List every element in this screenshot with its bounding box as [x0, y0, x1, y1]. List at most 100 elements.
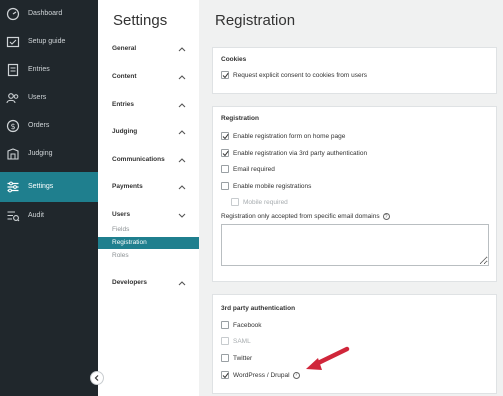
- card-title: Registration: [221, 115, 259, 122]
- settings-sidebar: Settings General Content Entries Judging…: [98, 0, 199, 396]
- checkbox[interactable]: [221, 371, 229, 379]
- chevron-up-icon: [178, 75, 186, 80]
- saml-option[interactable]: SAML: [221, 336, 251, 346]
- section-judging[interactable]: Judging: [98, 125, 199, 141]
- checkmark-icon: [222, 133, 229, 140]
- nav-item-label: Entries: [28, 66, 50, 73]
- option-label: Request explicit consent to cookies from…: [233, 71, 368, 79]
- email-required-option[interactable]: Email required: [221, 164, 275, 174]
- nav-item-orders[interactable]: $ Orders: [0, 112, 98, 140]
- checkbox[interactable]: [221, 354, 229, 362]
- nav-item-users[interactable]: Users: [0, 84, 98, 112]
- section-entries[interactable]: Entries: [98, 98, 199, 114]
- checkmark-icon: [222, 150, 229, 157]
- third-party-registration-option[interactable]: Enable registration via 3rd party authen…: [221, 148, 367, 158]
- email-domains-label: Registration only accepted from specific…: [221, 213, 390, 220]
- chevron-up-icon: [178, 130, 186, 135]
- section-label: Communications: [112, 156, 165, 163]
- option-label: Enable mobile registrations: [233, 182, 312, 190]
- nav-item-judging[interactable]: Judging: [0, 140, 98, 168]
- chevron-up-icon: [178, 185, 186, 190]
- mobile-registrations-option[interactable]: Enable mobile registrations: [221, 181, 311, 191]
- twitter-option[interactable]: Twitter: [221, 353, 252, 363]
- nav-item-label: Orders: [28, 122, 50, 129]
- dashboard-icon: [6, 7, 20, 21]
- audit-icon: [7, 211, 20, 222]
- chevron-down-icon: [178, 213, 186, 218]
- nav-item-entries[interactable]: Entries: [0, 56, 98, 84]
- sub-item-registration[interactable]: Registration: [98, 237, 199, 249]
- checkbox[interactable]: [221, 337, 229, 345]
- checkbox[interactable]: [221, 321, 229, 329]
- users-icon: [6, 93, 19, 104]
- option-label: Enable registration form on home page: [233, 132, 346, 140]
- section-label: Users: [112, 211, 131, 218]
- checkbox[interactable]: [221, 165, 229, 173]
- nav-item-label: Settings: [28, 183, 54, 190]
- nav-item-setup-guide[interactable]: Setup guide: [0, 28, 98, 56]
- option-label: Enable registration via 3rd party authen…: [233, 149, 368, 157]
- sub-item-fields[interactable]: Fields: [98, 224, 199, 236]
- wordpress-drupal-option[interactable]: WordPress / Drupal ?: [221, 370, 300, 380]
- section-payments[interactable]: Payments: [98, 180, 199, 196]
- nav-item-label: Dashboard: [28, 10, 63, 17]
- section-label: Developers: [112, 279, 148, 286]
- email-domains-textarea[interactable]: [221, 224, 489, 266]
- entries-icon: [7, 63, 19, 77]
- nav-item-label: Users: [28, 94, 47, 101]
- collapse-sidebar-button[interactable]: [90, 371, 104, 385]
- checkbox[interactable]: [221, 71, 229, 79]
- nav-item-dashboard[interactable]: Dashboard: [0, 0, 98, 28]
- nav-item-audit[interactable]: Audit: [0, 202, 98, 230]
- option-label: WordPress / Drupal: [233, 371, 290, 379]
- option-label: Facebook: [233, 321, 262, 329]
- sub-item-label: Registration: [112, 239, 147, 246]
- section-developers[interactable]: Developers: [98, 276, 199, 292]
- checkbox[interactable]: [221, 132, 229, 140]
- third-party-auth-card: 3rd party authentication Facebook SAML T…: [212, 294, 497, 394]
- page-title: Registration: [215, 12, 296, 29]
- chevron-up-icon: [178, 103, 186, 108]
- sub-item-label: Roles: [112, 252, 129, 259]
- section-label: General: [112, 45, 137, 52]
- mobile-required-option[interactable]: Mobile required: [231, 197, 288, 207]
- checkbox[interactable]: [231, 198, 239, 206]
- chevron-up-icon: [178, 281, 186, 286]
- chevron-left-icon: [94, 375, 99, 381]
- nav-item-settings[interactable]: Settings: [0, 172, 98, 202]
- registration-card: Registration Enable registration form on…: [212, 106, 497, 282]
- cookie-consent-option[interactable]: Request explicit consent to cookies from…: [221, 70, 367, 80]
- checkbox[interactable]: [221, 182, 229, 190]
- registration-form-option[interactable]: Enable registration form on home page: [221, 131, 345, 141]
- card-title: Cookies: [221, 56, 247, 63]
- section-users[interactable]: Users: [98, 208, 199, 224]
- section-label: Judging: [112, 128, 138, 135]
- section-communications[interactable]: Communications: [98, 153, 199, 169]
- help-icon[interactable]: ?: [382, 213, 390, 220]
- option-label: Twitter: [233, 354, 253, 362]
- email-domains-label-text: Registration only accepted from specific…: [221, 213, 380, 220]
- checkbox[interactable]: [221, 149, 229, 157]
- main-nav: Dashboard Setup guide Entries Users $ Or…: [0, 0, 98, 396]
- nav-item-label: Setup guide: [28, 38, 66, 45]
- sub-item-roles[interactable]: Roles: [98, 250, 199, 262]
- chevron-up-icon: [178, 158, 186, 163]
- card-title: 3rd party authentication: [221, 305, 296, 312]
- option-label: Email required: [233, 165, 275, 173]
- chevron-up-icon: [178, 47, 186, 52]
- settings-icon: [7, 181, 19, 193]
- option-label: SAML: [233, 337, 251, 345]
- judging-icon: [7, 148, 19, 160]
- facebook-option[interactable]: Facebook: [221, 320, 262, 330]
- cookies-card: Cookies Request explicit consent to cook…: [212, 47, 497, 94]
- section-general[interactable]: General: [98, 42, 199, 58]
- nav-item-label: Judging: [28, 150, 53, 157]
- sub-item-label: Fields: [112, 226, 130, 233]
- checkmark-icon: [222, 72, 229, 79]
- section-label: Content: [112, 73, 137, 80]
- help-icon[interactable]: ?: [292, 371, 300, 379]
- option-label: Mobile required: [243, 198, 288, 206]
- checkmark-icon: [222, 372, 229, 379]
- section-content[interactable]: Content: [98, 70, 199, 86]
- orders-icon: $: [6, 119, 20, 133]
